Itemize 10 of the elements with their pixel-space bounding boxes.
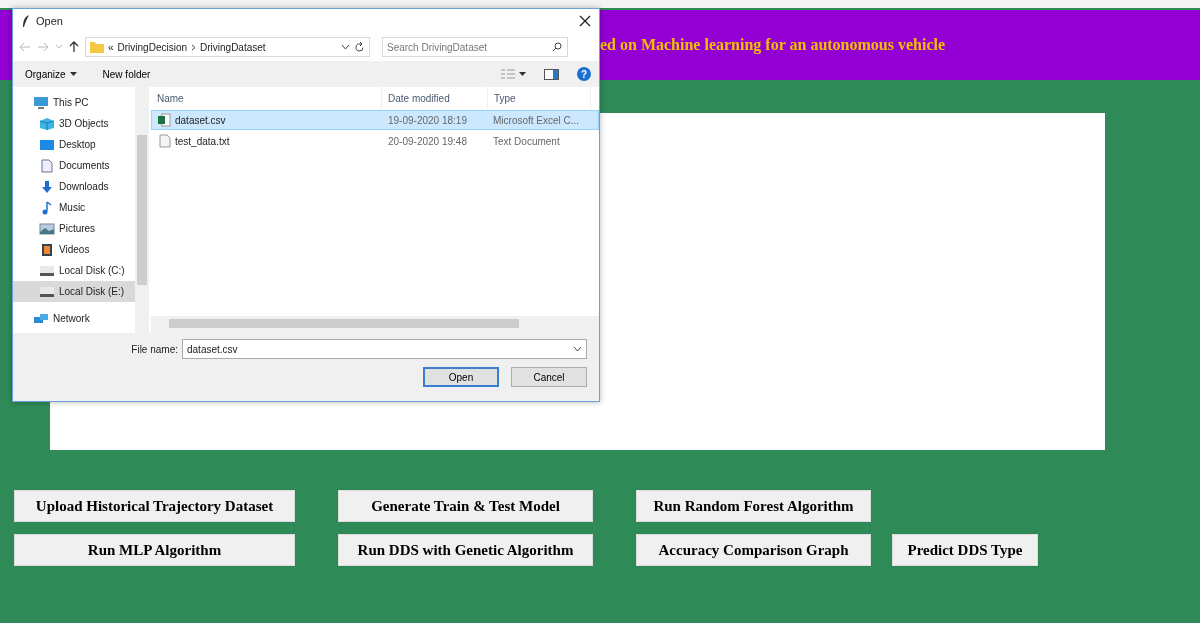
file-name-label: File name: (131, 343, 178, 355)
file-type: Text Document (492, 134, 561, 149)
file-type: Microsoft Excel C... (492, 113, 581, 128)
file-date: 19-09-2020 18:19 (387, 113, 468, 128)
dialog-title: Open (36, 15, 63, 27)
file-date: 20-09-2020 19:48 (387, 134, 468, 149)
file-name: dataset.csv (175, 114, 226, 126)
file-name: test_data.txt (175, 135, 230, 147)
app-title: ed on Machine learning for an autonomous vehicle (600, 36, 946, 54)
breadcrumb-prefix: « (108, 41, 114, 53)
